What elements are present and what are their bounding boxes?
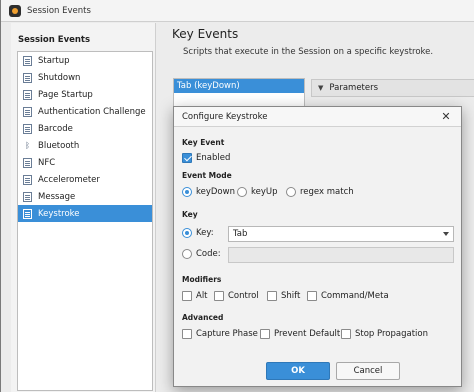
stop-propagation-checkbox[interactable]: Stop Propagation bbox=[341, 329, 428, 339]
page-icon bbox=[23, 55, 32, 66]
radio-label: keyUp bbox=[251, 187, 278, 197]
radio-label: Code: bbox=[196, 249, 221, 259]
window-title: Session Events bbox=[27, 5, 91, 16]
sidebar-item-page-startup[interactable]: Page Startup bbox=[18, 86, 152, 103]
list-item[interactable]: Tab (keyDown) bbox=[174, 79, 304, 93]
sidebar-item-nfc[interactable]: NFC bbox=[18, 154, 152, 171]
radio-selected-icon bbox=[182, 228, 192, 238]
checkbox-label: Stop Propagation bbox=[355, 329, 429, 339]
sidebar-item-label: Shutdown bbox=[38, 72, 81, 83]
sidebar-title: Session Events bbox=[18, 35, 91, 45]
prevent-default-checkbox[interactable]: Prevent Default bbox=[260, 329, 340, 339]
collapse-triangle-icon: ▼ bbox=[318, 84, 324, 92]
sidebar-item-barcode[interactable]: Barcode bbox=[18, 120, 152, 137]
sidebar-list: Startup Shutdown Page Startup Authentica… bbox=[17, 51, 153, 391]
event-mode-regex-radio[interactable]: regex match bbox=[286, 187, 354, 197]
checkbox-icon bbox=[307, 291, 317, 301]
checkbox-label: Prevent Default bbox=[274, 329, 341, 339]
event-mode-label: Event Mode bbox=[182, 171, 232, 180]
key-event-label: Key Event bbox=[182, 138, 225, 147]
page-icon bbox=[23, 106, 32, 117]
session-events-window: Session Events Session Events Startup Sh… bbox=[0, 0, 474, 392]
checkbox-icon bbox=[214, 291, 224, 301]
event-mode-keyup-radio[interactable]: keyUp bbox=[237, 187, 278, 197]
page-icon bbox=[23, 123, 32, 134]
checkbox-label: Control bbox=[228, 291, 259, 301]
code-radio[interactable]: Code: bbox=[182, 249, 221, 259]
enabled-label: Enabled bbox=[196, 153, 231, 163]
radio-icon bbox=[286, 187, 296, 197]
modifier-command-checkbox[interactable]: Command/Meta bbox=[307, 291, 389, 301]
sidebar-item-label: Bluetooth bbox=[38, 140, 80, 151]
sidebar-item-accelerometer[interactable]: Accelerometer bbox=[18, 171, 152, 188]
sidebar-item-label: Authentication Challenge bbox=[38, 106, 146, 117]
cancel-button[interactable]: Cancel bbox=[336, 362, 400, 380]
page-subtitle: Scripts that execute in the Session on a… bbox=[183, 47, 434, 57]
parameters-header[interactable]: ▼ Parameters bbox=[311, 79, 474, 97]
modifier-shift-checkbox[interactable]: Shift bbox=[267, 291, 300, 301]
dialog-title: Configure Keystroke bbox=[182, 111, 268, 122]
sidebar-item-label: Barcode bbox=[38, 123, 73, 134]
page-icon bbox=[23, 157, 32, 168]
event-mode-keydown-radio[interactable]: keyDown bbox=[182, 187, 235, 197]
checkbox-icon bbox=[267, 291, 277, 301]
configure-keystroke-dialog: Configure Keystroke ✕ Key Event Enabled … bbox=[173, 106, 462, 387]
sidebar-item-message[interactable]: Message bbox=[18, 188, 152, 205]
app-icon bbox=[9, 4, 21, 17]
sidebar-item-label: Page Startup bbox=[38, 89, 93, 100]
radio-label: regex match bbox=[300, 187, 354, 197]
bluetooth-icon: ᛒ bbox=[25, 141, 30, 150]
radio-selected-icon bbox=[182, 187, 192, 197]
parameters-label: Parameters bbox=[329, 83, 379, 93]
capture-phase-checkbox[interactable]: Capture Phase bbox=[182, 329, 258, 339]
page-icon bbox=[23, 208, 32, 219]
checkbox-checked-icon bbox=[182, 153, 192, 163]
code-input[interactable] bbox=[228, 247, 454, 263]
sidebar-item-label: Accelerometer bbox=[38, 174, 100, 185]
page-icon bbox=[23, 89, 32, 100]
ok-button[interactable]: OK bbox=[266, 362, 330, 380]
sidebar-item-keystroke[interactable]: Keystroke bbox=[18, 205, 152, 222]
chevron-down-icon bbox=[443, 232, 449, 236]
key-select[interactable]: Tab bbox=[228, 226, 454, 242]
modifiers-label: Modifiers bbox=[182, 275, 222, 284]
title-bar: Session Events bbox=[1, 0, 474, 22]
key-label: Key bbox=[182, 210, 198, 219]
sidebar: Session Events Startup Shutdown Page Sta… bbox=[11, 23, 156, 392]
radio-icon bbox=[182, 249, 192, 259]
page-icon bbox=[23, 174, 32, 185]
modifier-control-checkbox[interactable]: Control bbox=[214, 291, 259, 301]
checkbox-icon bbox=[260, 329, 270, 339]
radio-label: keyDown bbox=[196, 187, 235, 197]
sidebar-item-shutdown[interactable]: Shutdown bbox=[18, 69, 152, 86]
radio-label: Key: bbox=[196, 228, 214, 238]
sidebar-item-label: Startup bbox=[38, 55, 70, 66]
sidebar-item-startup[interactable]: Startup bbox=[18, 52, 152, 69]
radio-icon bbox=[237, 187, 247, 197]
key-radio[interactable]: Key: bbox=[182, 228, 214, 238]
page-title: Key Events bbox=[172, 27, 239, 41]
sidebar-item-label: Message bbox=[38, 191, 76, 202]
checkbox-icon bbox=[182, 329, 192, 339]
checkbox-icon bbox=[341, 329, 351, 339]
page-icon bbox=[23, 191, 32, 202]
modifier-alt-checkbox[interactable]: Alt bbox=[182, 291, 208, 301]
sidebar-item-label: NFC bbox=[38, 157, 56, 168]
advanced-label: Advanced bbox=[182, 313, 224, 322]
checkbox-label: Shift bbox=[281, 291, 301, 301]
checkbox-icon bbox=[182, 291, 192, 301]
sidebar-item-bluetooth[interactable]: ᛒ Bluetooth bbox=[18, 137, 152, 154]
sidebar-item-label: Keystroke bbox=[38, 208, 80, 219]
dialog-header: Configure Keystroke ✕ bbox=[174, 107, 461, 127]
close-icon[interactable]: ✕ bbox=[440, 110, 452, 123]
page-icon bbox=[23, 72, 32, 83]
enabled-checkbox[interactable]: Enabled bbox=[182, 153, 230, 163]
checkbox-label: Capture Phase bbox=[196, 329, 258, 339]
checkbox-label: Command/Meta bbox=[321, 291, 389, 301]
key-select-value: Tab bbox=[233, 229, 248, 239]
checkbox-label: Alt bbox=[196, 291, 208, 301]
sidebar-item-authentication-challenge[interactable]: Authentication Challenge bbox=[18, 103, 152, 120]
